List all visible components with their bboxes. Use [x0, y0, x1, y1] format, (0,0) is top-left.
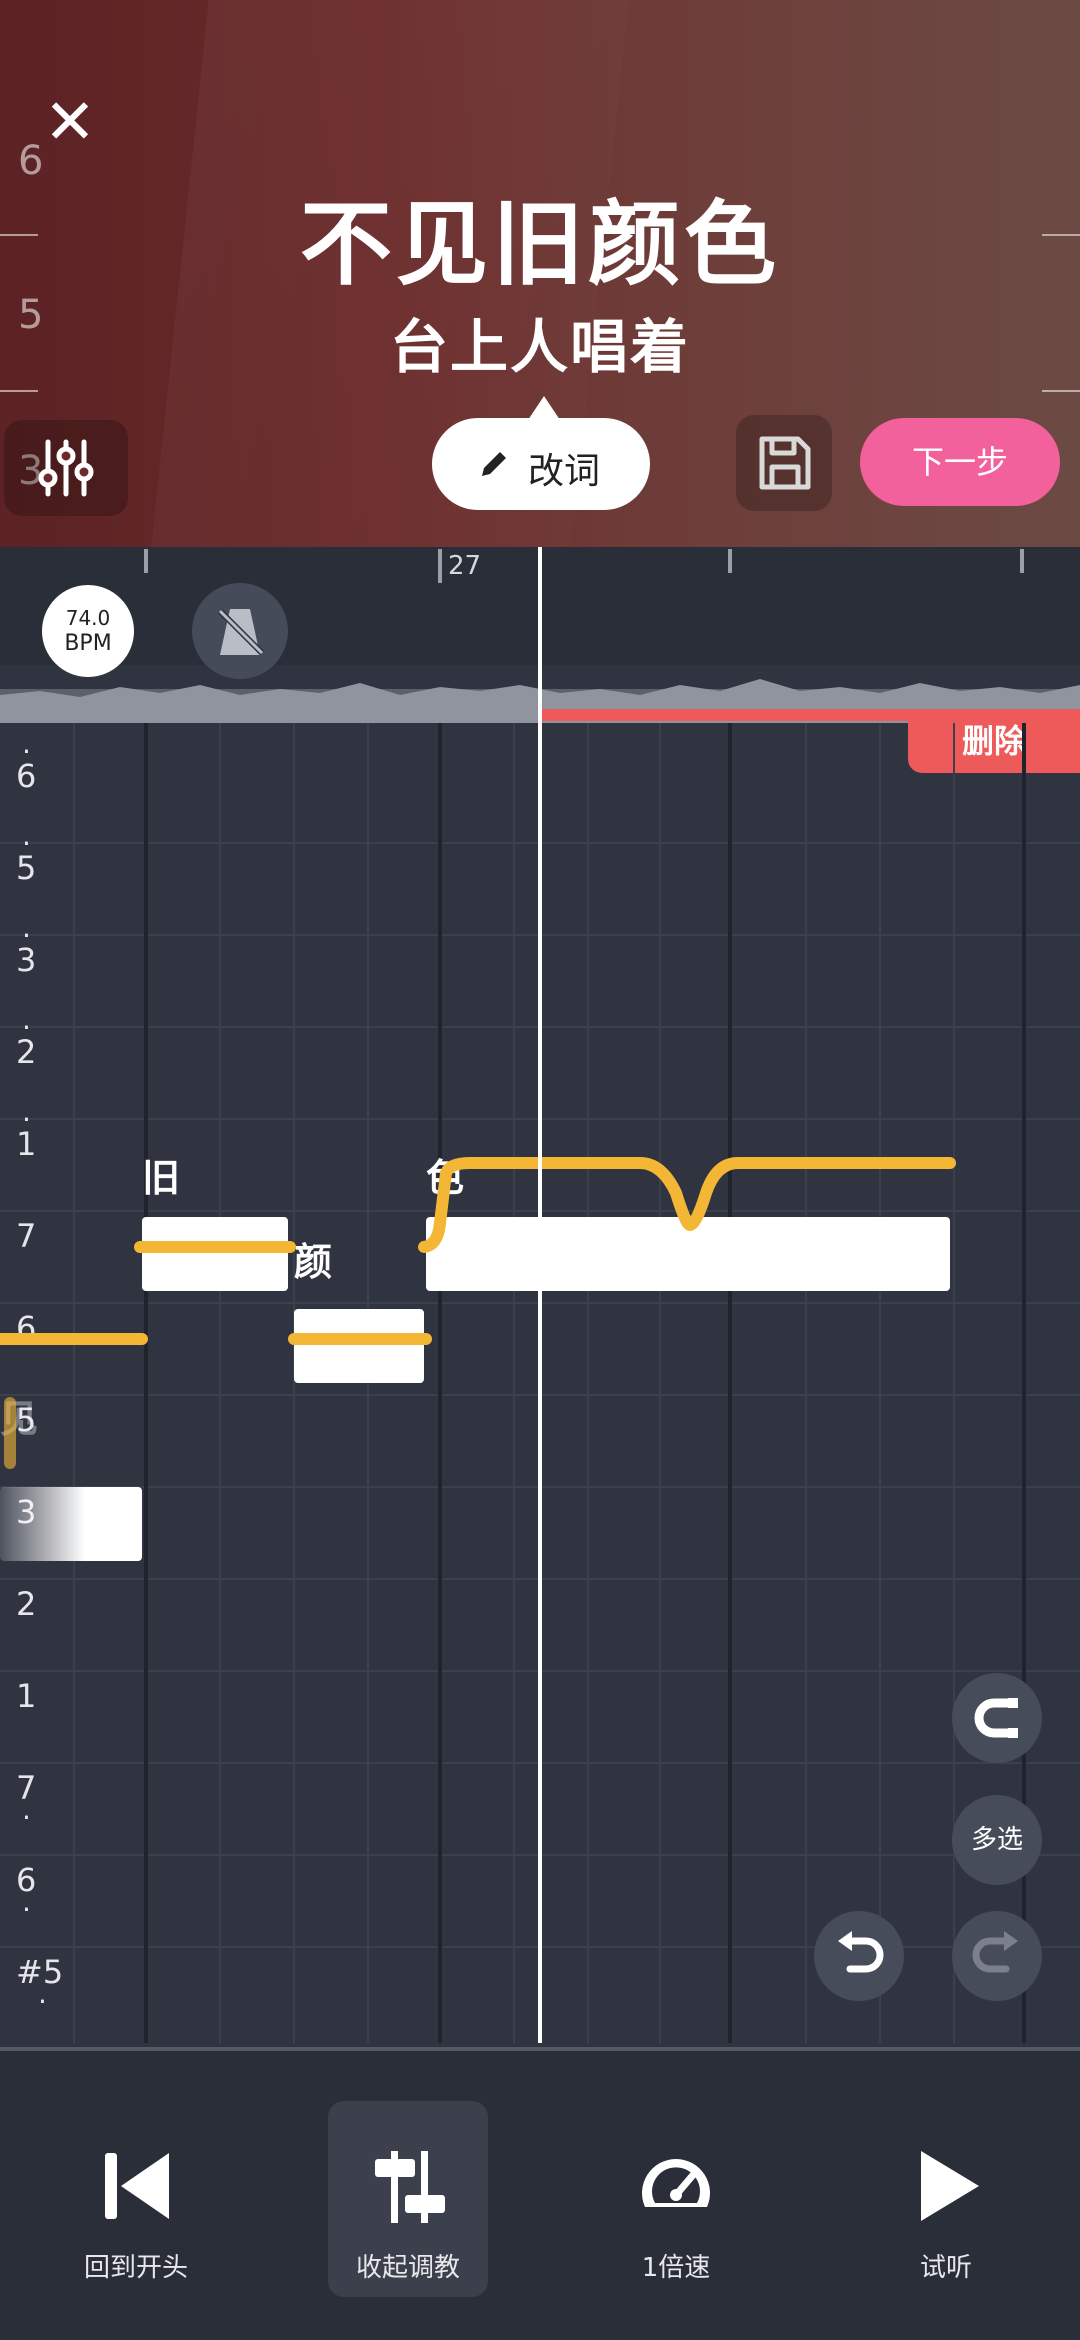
scale-tick: [1042, 390, 1080, 392]
scale-tick: [0, 390, 38, 392]
speedometer-icon: [642, 2159, 710, 2207]
close-icon[interactable]: ✕: [40, 91, 100, 153]
redo-icon: [972, 1931, 1018, 1973]
sliders-icon: [38, 439, 94, 497]
magnet-icon: [974, 1698, 1018, 1738]
redo-button[interactable]: [952, 1911, 1042, 2001]
skip-back-icon: [105, 2153, 169, 2219]
back-to-start-button[interactable]: 回到开头: [56, 2111, 216, 2283]
lyrics-header: 6 5 3 ✕ 不见旧颜色 台上人唱着 改词 下一步: [0, 0, 1080, 547]
next-lyric-line: 台上人唱着: [389, 313, 690, 381]
bottom-toolbar: 回到开头 收起调教 1倍速 试听: [0, 2047, 1080, 2340]
undo-button[interactable]: [814, 1911, 904, 2001]
collapse-tuning-button[interactable]: 收起调教: [328, 2101, 488, 2297]
mixer-button[interactable]: [4, 420, 128, 516]
bpm-button[interactable]: 74.0 BPM: [42, 585, 134, 677]
playback-speed-button[interactable]: 1倍速: [596, 2111, 756, 2283]
save-button[interactable]: [736, 415, 832, 511]
play-icon: [921, 2151, 979, 2221]
collapse-tuning-label: 收起调教: [355, 2253, 460, 2283]
edit-lyrics-label: 改词: [528, 451, 601, 492]
back-to-start-label: 回到开头: [83, 2253, 188, 2283]
undo-icon: [838, 1931, 884, 1973]
playback-speed-label: 1倍速: [641, 2253, 711, 2283]
pitch-editor[interactable]: 27 74.0 BPM 删除 · 6 · 5 · 3 · 2 · 1 7 6 5…: [0, 547, 1080, 2047]
preview-play-button[interactable]: 试听: [866, 2111, 1026, 2283]
edit-lyrics-button[interactable]: 改词: [432, 396, 650, 510]
current-lyric-title: 不见旧颜色: [299, 191, 780, 298]
bar-number: 27: [448, 551, 482, 581]
playhead[interactable]: [538, 547, 542, 2043]
bpm-value: 74.0: [65, 606, 111, 630]
next-step-button[interactable]: 下一步: [860, 418, 1060, 506]
pencil-icon: [482, 452, 506, 476]
preview-play-label: 试听: [919, 2253, 972, 2283]
magnet-snap-button[interactable]: [952, 1673, 1042, 1763]
multi-select-button[interactable]: 多选: [952, 1795, 1042, 1885]
save-icon: [759, 436, 811, 490]
note-grid[interactable]: ·6 ·5 ·3 ·2 ·1 7 6 5 3 2 1 ·7 ·6 ·#5 见 旧…: [0, 547, 1080, 2043]
bpm-unit: BPM: [64, 631, 112, 656]
sliders-icon: [375, 2151, 445, 2223]
